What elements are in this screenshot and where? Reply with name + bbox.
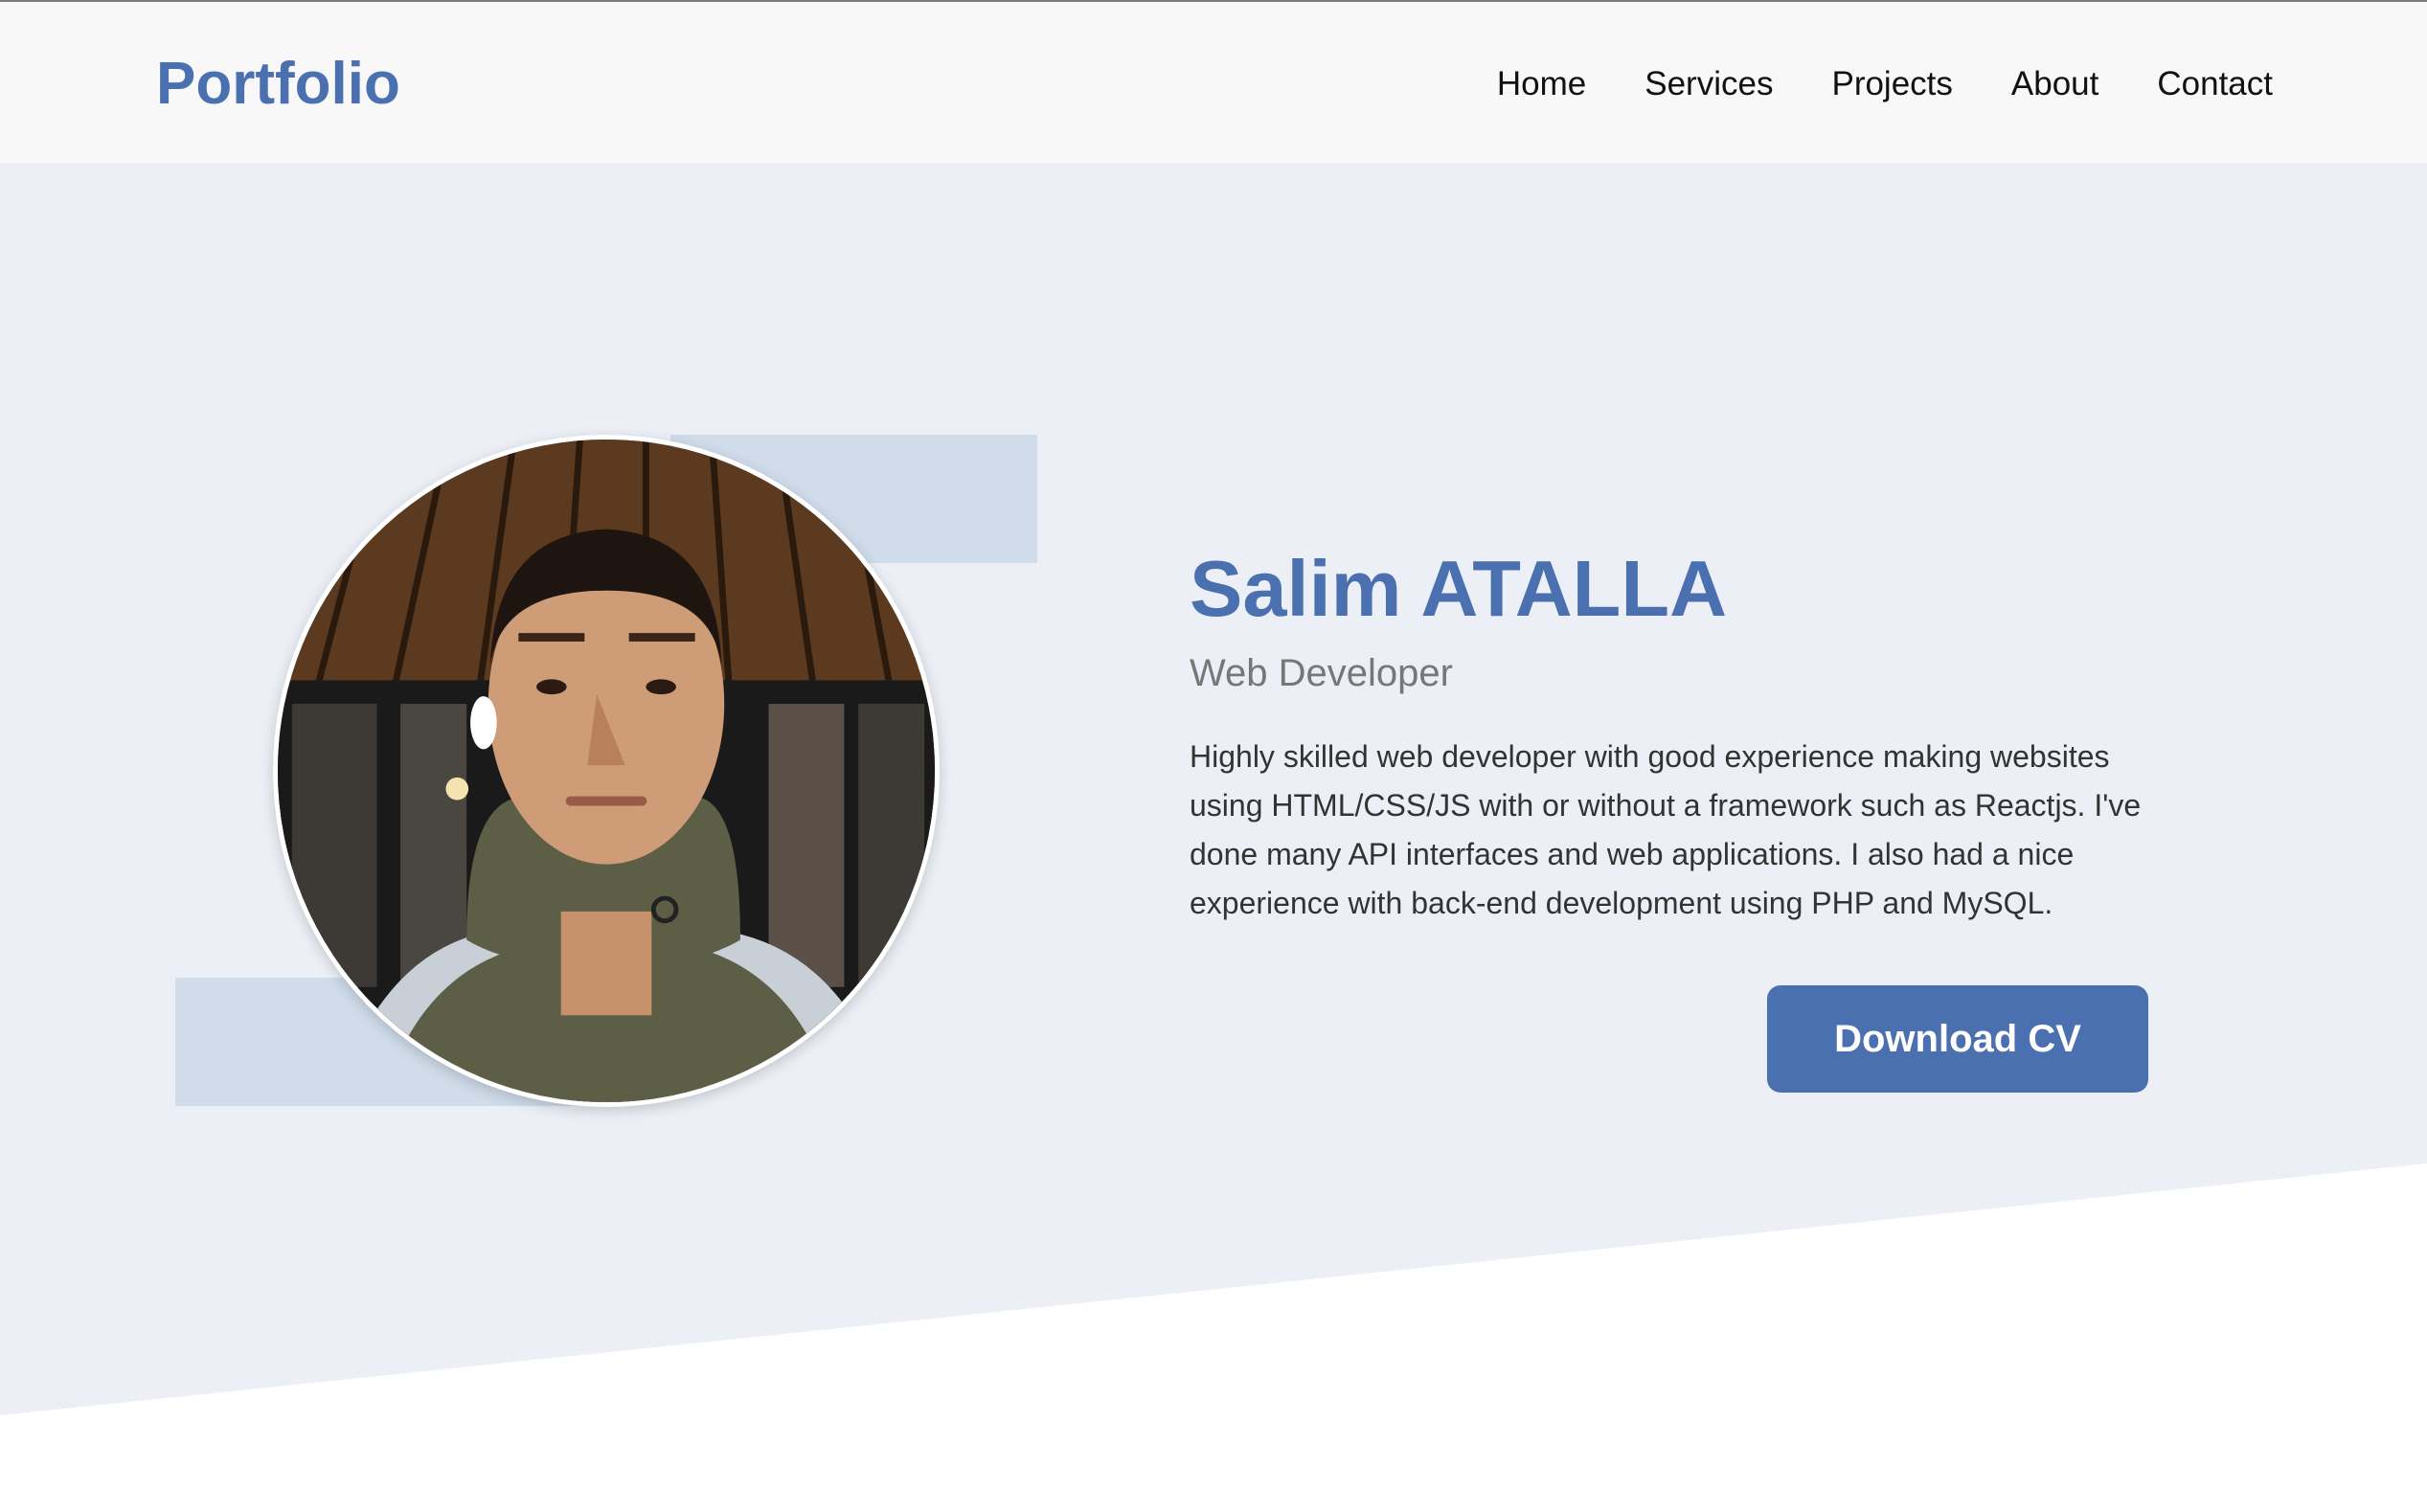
job-title: Web Developer	[1190, 652, 1453, 694]
download-cv-button[interactable]: Download CV	[1767, 985, 2148, 1093]
nav-about[interactable]: About	[2011, 57, 2098, 111]
profile-photo	[273, 435, 940, 1107]
person-name: Salim ATALLA	[1190, 544, 1728, 633]
logo[interactable]: Portfolio	[156, 48, 400, 121]
nav-projects[interactable]: Projects	[1831, 57, 1952, 111]
nav-home[interactable]: Home	[1497, 57, 1586, 111]
main-nav: Home Services Projects About Contact	[1497, 57, 2273, 111]
nav-contact[interactable]: Contact	[2157, 57, 2273, 111]
nav-services[interactable]: Services	[1644, 57, 1773, 111]
profile-photo-illustration	[278, 440, 935, 1102]
site-header: Portfolio Home Services Projects About C…	[0, 0, 2427, 163]
bio-text: Highly skilled web developer with good e…	[1190, 739, 2142, 920]
